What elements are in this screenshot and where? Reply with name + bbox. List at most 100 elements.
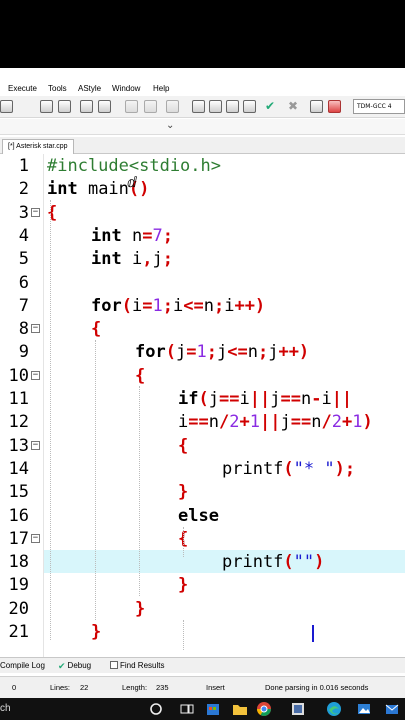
indent-icon[interactable] [125, 100, 138, 113]
code-token: for [91, 295, 122, 316]
menu-window[interactable]: Window [112, 84, 140, 94]
top-black-band [0, 0, 405, 68]
code-text: i==n/2+1||j==n/2+1) [178, 412, 373, 432]
code-token: j [216, 342, 228, 363]
code-line[interactable]: 3−{ [0, 201, 405, 224]
code-token: ( [165, 342, 176, 363]
tab-debug[interactable]: ✔ Debug [58, 661, 91, 671]
stop-icon[interactable]: ✖ [288, 100, 301, 113]
code-token: 2 [229, 412, 240, 433]
code-token: "* " [293, 458, 335, 479]
fold-toggle-icon[interactable]: − [31, 370, 40, 380]
code-line[interactable]: 14 printf("* "); [0, 457, 405, 480]
code-line[interactable]: 18 printf("") [0, 550, 405, 574]
code-line[interactable]: 13− { [0, 434, 405, 457]
run-icon[interactable] [209, 100, 222, 113]
code-editor[interactable]: 1 #include<stdio.h> 2 int main() 3−{4 int n=7… [0, 154, 405, 660]
code-text: #include<stdio.h> [47, 156, 221, 176]
line-number: 20 [8, 598, 29, 619]
check-icon: ✔ [58, 661, 66, 671]
code-text: { [178, 436, 188, 456]
line-number: 1 [18, 156, 29, 176]
syntax-check-icon[interactable]: ✔ [265, 100, 278, 113]
find-icon[interactable] [40, 100, 53, 113]
code-line[interactable]: 17−{ [0, 527, 405, 550]
menu-execute[interactable]: Execute [8, 84, 37, 94]
bookmark-icon[interactable] [98, 100, 111, 113]
line-number: 7 [18, 295, 29, 316]
code-line[interactable]: 12 i==n/2+1||j==n/2+1) [0, 410, 405, 433]
code-token: j [270, 389, 281, 409]
code-line[interactable]: 19} [0, 573, 405, 596]
fold-toggle-icon[interactable]: − [31, 324, 40, 334]
code-token: } [178, 575, 189, 596]
status-col: 0 [12, 683, 17, 692]
tab-asterisk-star[interactable]: [*] Asterisk star.cpp [2, 139, 74, 154]
unindent-icon[interactable] [144, 100, 157, 113]
menu-tools[interactable]: Tools [48, 84, 67, 94]
code-token: 1 [152, 295, 163, 316]
goto-icon[interactable] [80, 100, 93, 113]
edge-icon[interactable] [326, 701, 342, 717]
replace-icon[interactable] [58, 100, 71, 113]
code-line[interactable]: 20} [0, 597, 405, 620]
code-line[interactable]: 1 #include<stdio.h> [0, 154, 405, 177]
code-line[interactable]: 10− { [0, 364, 405, 387]
indent-guide [183, 620, 184, 650]
code-line[interactable]: 6 [0, 271, 405, 294]
code-token: i [178, 412, 189, 433]
code-token: ++) [234, 295, 266, 316]
code-line[interactable]: 9 for(j=1;j<=n;j++) [0, 340, 405, 363]
toolbar: ✔ ✖ TDM-GCC 4 [0, 96, 405, 118]
debug-icon[interactable] [328, 100, 341, 113]
chart-icon[interactable] [310, 100, 323, 113]
editor-tabbar: [*] Asterisk star.cpp [0, 137, 405, 154]
mail-icon[interactable] [384, 701, 400, 717]
code-token: int [91, 249, 122, 270]
store-icon[interactable] [205, 701, 221, 717]
code-line[interactable]: 15} [0, 480, 405, 503]
folder-icon[interactable] [232, 701, 248, 717]
code-token: #include<stdio.h> [47, 156, 221, 176]
code-line[interactable]: 4 int n=7; [0, 224, 405, 247]
menu-help[interactable]: Help [153, 84, 169, 94]
taskbar-search-text[interactable]: ch [0, 703, 11, 715]
photos-icon[interactable] [356, 701, 372, 717]
code-token: ); [334, 458, 356, 479]
code-token: 1 [249, 412, 260, 433]
code-line[interactable]: 8− { [0, 317, 405, 340]
tab-compile-log[interactable]: Compile Log [0, 661, 45, 671]
toggle-comment-icon[interactable] [166, 100, 179, 113]
text-caret [312, 625, 314, 642]
code-line[interactable]: 2 int main() [0, 177, 405, 200]
fold-toggle-icon[interactable]: − [31, 533, 40, 543]
search-circle-icon[interactable] [148, 701, 164, 717]
task-view-icon[interactable] [179, 701, 195, 717]
fold-toggle-icon[interactable]: − [31, 440, 40, 450]
code-line[interactable]: 16 else [0, 504, 405, 527]
code-line[interactable]: 11 if(j==i||j==n-i|| [0, 387, 405, 410]
rebuild-icon[interactable] [243, 100, 256, 113]
fold-toggle-icon[interactable]: − [31, 207, 40, 217]
code-token: == [188, 412, 209, 433]
line-number: 19 [8, 575, 29, 596]
code-token: 1 [352, 412, 363, 433]
code-token: ( [283, 552, 294, 573]
chevron-down-icon[interactable]: ⌄ [166, 120, 174, 131]
line-number: 13 [8, 435, 29, 456]
chrome-icon[interactable] [256, 701, 272, 717]
code-token: int [91, 225, 122, 246]
compile-icon[interactable] [192, 100, 205, 113]
code-token: for [135, 342, 166, 363]
code-line[interactable]: 21} [0, 620, 405, 643]
tab-find-results[interactable]: Find Results [110, 661, 164, 671]
line-number: 21 [8, 622, 29, 642]
compile-run-icon[interactable] [226, 100, 239, 113]
code-line[interactable]: 5 int i,j; [0, 247, 405, 270]
code-line[interactable]: 7 for(i=1;i<=n;i++) [0, 294, 405, 317]
redo-icon[interactable] [0, 100, 13, 113]
menu-astyle[interactable]: AStyle [78, 84, 101, 94]
code-token: || [259, 412, 281, 433]
devcpp-app-icon[interactable] [290, 701, 306, 717]
compiler-select[interactable]: TDM-GCC 4 [353, 99, 405, 114]
